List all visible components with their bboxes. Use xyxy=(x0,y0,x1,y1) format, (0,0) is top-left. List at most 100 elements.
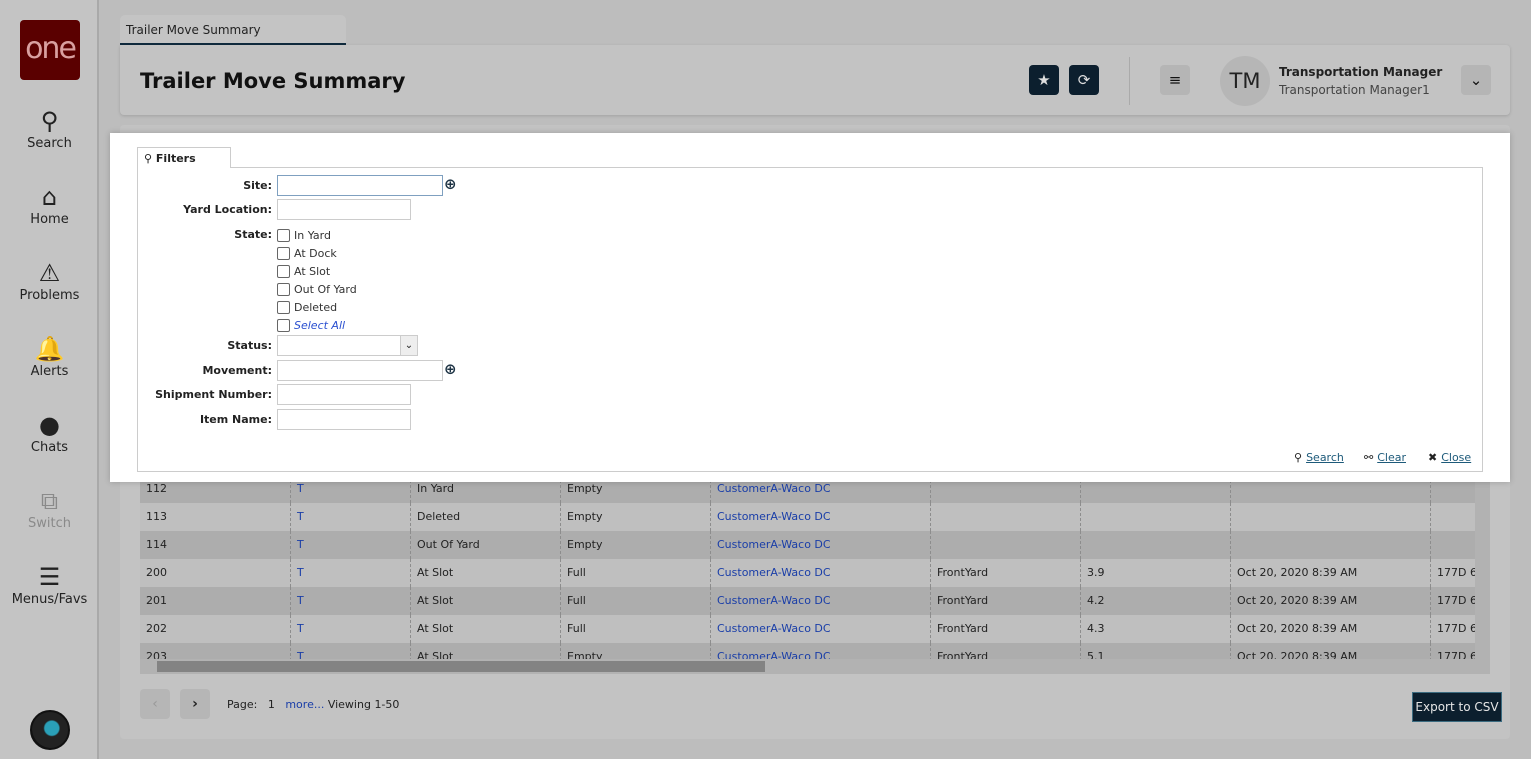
extra-cell: 177D 6I xyxy=(1430,643,1475,659)
site-cell[interactable]: CustomerA-Waco DC xyxy=(710,643,930,659)
site-lookup-icon[interactable]: ⊕ xyxy=(444,175,457,193)
broom-icon: ⚯ xyxy=(1364,451,1374,464)
table-row[interactable]: 203 T At Slot Empty CustomerA-Waco DC FrontYa… xyxy=(140,643,1475,659)
divider xyxy=(1129,57,1130,105)
slot-cell xyxy=(1080,531,1230,559)
status-select[interactable]: ⌄ xyxy=(277,335,418,356)
yard-cell xyxy=(930,503,1080,531)
nav-chats[interactable]: ● Chats xyxy=(0,412,99,455)
site-input[interactable] xyxy=(277,175,443,196)
chevron-down-icon: ⌄ xyxy=(400,336,417,355)
scrollbar-thumb[interactable] xyxy=(157,661,765,672)
nav-search[interactable]: ⚲ Search xyxy=(0,108,99,151)
state-at-slot-checkbox[interactable] xyxy=(277,265,290,278)
nav-home[interactable]: ⌂ Home xyxy=(0,184,99,227)
page-title: Trailer Move Summary xyxy=(140,69,406,93)
menu-button[interactable]: ≡ xyxy=(1160,65,1190,95)
filters-tab[interactable]: ⚲ Filters xyxy=(137,147,231,168)
close-button[interactable]: ✖ Close xyxy=(1428,451,1471,464)
state-at-dock-checkbox[interactable] xyxy=(277,247,290,260)
site-cell[interactable]: CustomerA-Waco DC xyxy=(710,531,930,559)
yard-location-input[interactable] xyxy=(277,199,411,220)
item-name-input[interactable] xyxy=(277,409,411,430)
assistant-avatar[interactable] xyxy=(30,710,70,750)
select-all-label[interactable]: Select All xyxy=(294,319,345,332)
movement-label: Movement: xyxy=(202,364,272,377)
shipment-number-input[interactable] xyxy=(277,384,411,405)
trailer-cell: 114 xyxy=(146,538,167,551)
site-cell[interactable]: CustomerA-Waco DC xyxy=(710,559,930,587)
yard-cell: FrontYard xyxy=(930,643,1080,659)
date-cell: Oct 20, 2020 8:39 AM xyxy=(1230,615,1430,643)
trailer-cell: 200 xyxy=(146,566,167,579)
select-all-checkbox[interactable] xyxy=(277,319,290,332)
yard-cell xyxy=(930,531,1080,559)
movement-lookup-icon[interactable]: ⊕ xyxy=(444,360,457,378)
status-cell: Empty xyxy=(560,643,710,659)
refresh-button[interactable]: ⟳ xyxy=(1069,65,1099,95)
export-csv-button[interactable]: Export to CSV xyxy=(1412,692,1502,722)
yard-cell: FrontYard xyxy=(930,615,1080,643)
extra-cell: 177D 6I xyxy=(1430,587,1475,615)
chat-icon: ● xyxy=(39,411,60,439)
nav-label: Search xyxy=(27,136,72,151)
table-row[interactable]: 201 T At Slot Full CustomerA-Waco DC FrontYar… xyxy=(140,587,1475,615)
type-cell[interactable]: T xyxy=(290,587,410,615)
nav-menus-favs[interactable]: ☰ Menus/Favs xyxy=(0,564,99,607)
extra-cell: 177D 6I xyxy=(1430,559,1475,587)
tab-trailer-move-summary[interactable]: Trailer Move Summary xyxy=(120,15,346,45)
state-out-of-yard-checkbox[interactable] xyxy=(277,283,290,296)
state-cell: At Slot xyxy=(410,587,560,615)
app-logo[interactable]: one xyxy=(20,20,80,80)
next-page-button[interactable]: › xyxy=(180,689,210,719)
table-row[interactable]: 200 T At Slot Full CustomerA-Waco DC FrontYar… xyxy=(140,559,1475,587)
type-cell[interactable]: T xyxy=(290,503,410,531)
nav-problems[interactable]: ⚠ Problems xyxy=(0,260,99,303)
status-cell: Full xyxy=(560,587,710,615)
extra-cell: 177D 6I xyxy=(1430,615,1475,643)
search-label: Search xyxy=(1306,451,1344,464)
extra-cell xyxy=(1430,503,1475,531)
site-cell[interactable]: CustomerA-Waco DC xyxy=(710,615,930,643)
type-cell[interactable]: T xyxy=(290,531,410,559)
clear-button[interactable]: ⚯ Clear xyxy=(1364,451,1406,464)
yard-location-label: Yard Location: xyxy=(183,203,272,216)
user-dropdown-button[interactable]: ⌄ xyxy=(1461,65,1491,95)
results-table: 112 T In Yard Empty CustomerA-Waco DC 113 T Del… xyxy=(140,475,1475,659)
type-cell[interactable]: T xyxy=(290,643,410,659)
site-cell[interactable]: CustomerA-Waco DC xyxy=(710,503,930,531)
horizontal-scrollbar[interactable] xyxy=(140,659,1490,674)
movement-input[interactable] xyxy=(277,360,443,381)
slot-cell: 5.1 xyxy=(1080,643,1230,659)
bell-icon: 🔔 xyxy=(34,335,65,363)
search-button[interactable]: ⚲ Search xyxy=(1294,451,1344,464)
more-link[interactable]: more... xyxy=(285,698,324,711)
prev-page-button[interactable]: ‹ xyxy=(140,689,170,719)
checkbox-label: At Slot xyxy=(294,265,331,278)
state-deleted-checkbox[interactable] xyxy=(277,301,290,314)
state-cell: At Slot xyxy=(410,615,560,643)
filters-panel: ⚲ Filters Site: ⊕ Yard Location: State: … xyxy=(110,133,1510,482)
site-label: Site: xyxy=(243,179,272,192)
vertical-scrollbar[interactable] xyxy=(1475,475,1490,659)
trailer-cell: 202 xyxy=(146,622,167,635)
state-cell: Deleted xyxy=(410,503,560,531)
nav-alerts[interactable]: 🔔 Alerts xyxy=(0,336,99,379)
status-cell: Empty xyxy=(560,503,710,531)
table-row[interactable]: 202 T At Slot Full CustomerA-Waco DC FrontYar… xyxy=(140,615,1475,643)
state-in-yard-checkbox[interactable] xyxy=(277,229,290,242)
state-label: State: xyxy=(234,228,272,241)
favorite-button[interactable]: ★ xyxy=(1029,65,1059,95)
avatar[interactable]: TM xyxy=(1220,56,1270,106)
viewing-count: Viewing 1-50 xyxy=(327,698,400,711)
type-cell[interactable]: T xyxy=(290,615,410,643)
nav-label: Chats xyxy=(30,440,69,455)
search-icon: ⚲ xyxy=(40,107,59,135)
table-row[interactable]: 113 T Deleted Empty CustomerA-Waco DC xyxy=(140,503,1475,531)
slot-cell: 3.9 xyxy=(1080,559,1230,587)
table-row[interactable]: 114 T Out Of Yard Empty CustomerA-Waco DC xyxy=(140,531,1475,559)
type-cell[interactable]: T xyxy=(290,559,410,587)
nav-label: Home xyxy=(30,212,69,227)
extra-cell xyxy=(1430,531,1475,559)
site-cell[interactable]: CustomerA-Waco DC xyxy=(710,587,930,615)
